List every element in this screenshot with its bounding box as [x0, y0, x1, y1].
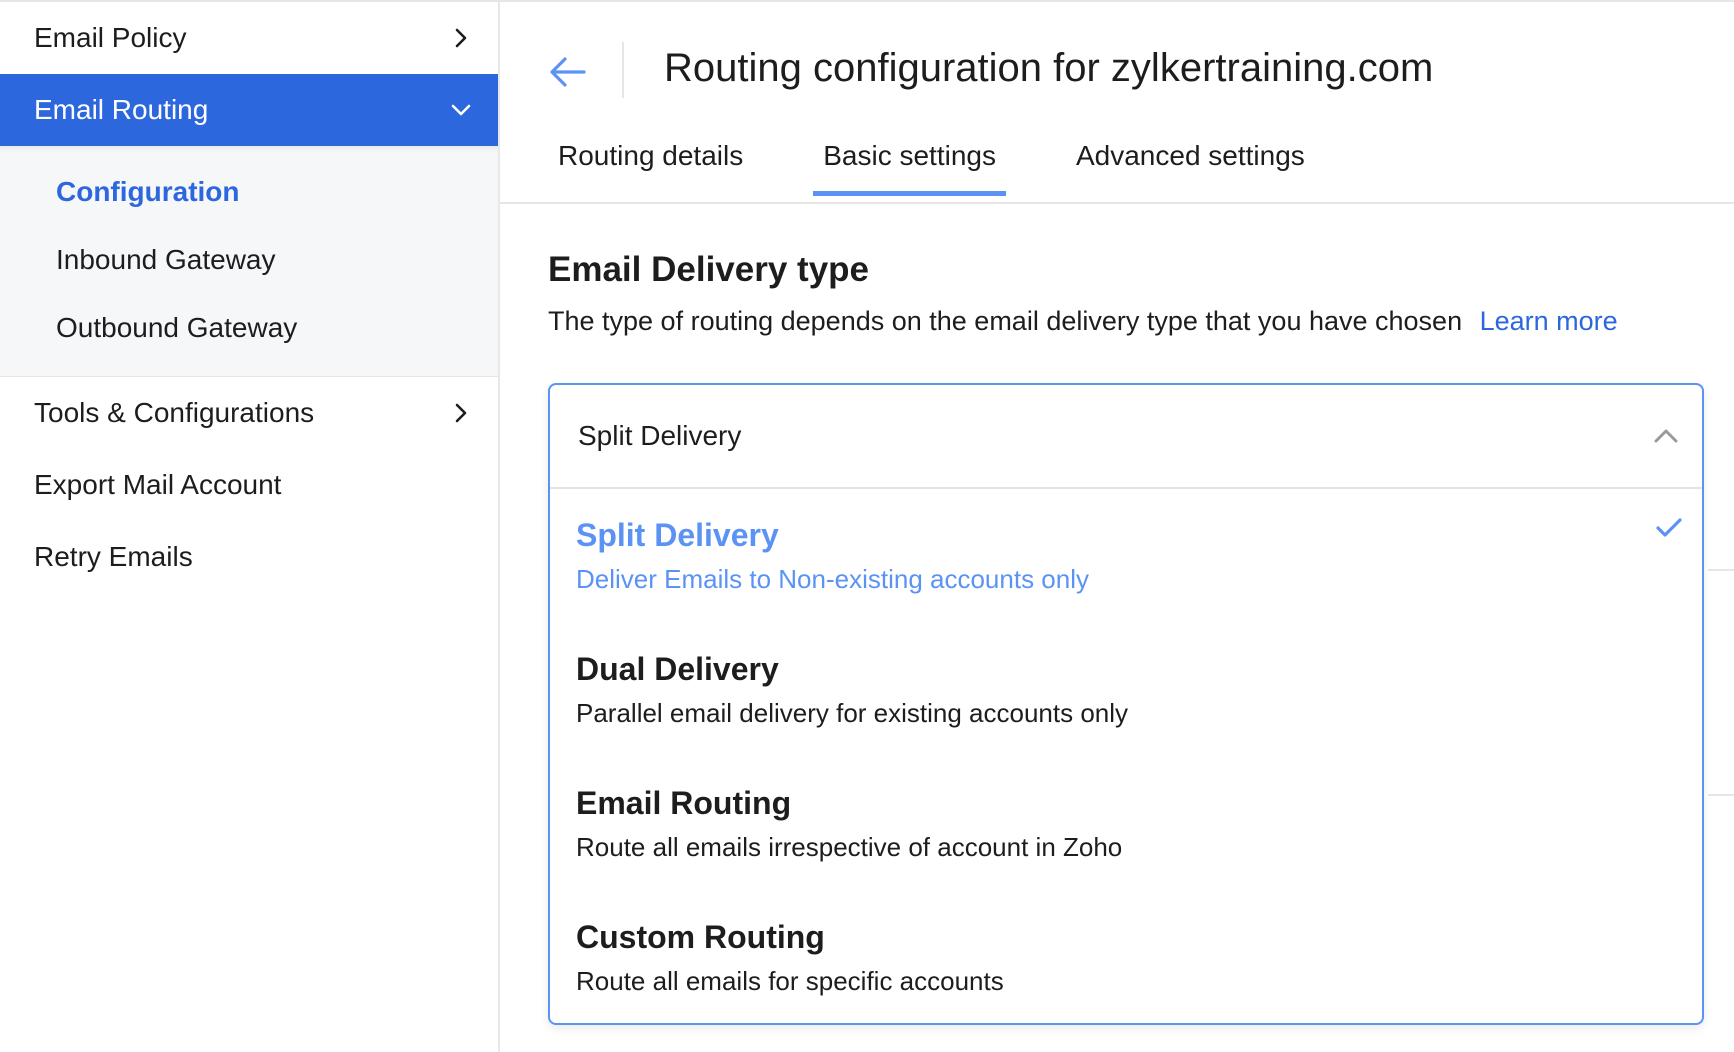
sidebar-item-label: Email Routing [34, 94, 209, 125]
sidebar-item-tools-configurations[interactable]: Tools & Configurations [0, 377, 498, 449]
tab-advanced-settings[interactable]: Advanced settings [1076, 132, 1305, 194]
section-description: The type of routing depends on the email… [548, 306, 1618, 337]
option-description: Route all emails for specific accounts [576, 966, 1004, 996]
learn-more-link[interactable]: Learn more [1480, 306, 1618, 336]
dropdown-selected[interactable]: Split Delivery [550, 385, 1702, 489]
option-dual-delivery[interactable]: Dual Delivery Parallel email delivery fo… [550, 623, 1702, 757]
option-description: Parallel email delivery for existing acc… [576, 698, 1129, 728]
section-title: Email Delivery type [548, 250, 869, 289]
back-button[interactable] [546, 50, 590, 94]
option-split-delivery[interactable]: Split Delivery Deliver Emails to Non-exi… [550, 489, 1702, 623]
background-divider [1708, 569, 1734, 571]
tab-routing-details[interactable]: Routing details [558, 132, 743, 194]
header-divider [622, 42, 624, 98]
page-title: Routing configuration for zylkertraining… [664, 46, 1434, 90]
delivery-type-dropdown[interactable]: Split Delivery Split Delivery Deliver Em… [548, 383, 1704, 1025]
main-content: Routing configuration for zylkertraining… [500, 2, 1734, 1052]
page-header: Routing configuration for zylkertraining… [500, 2, 1734, 204]
chevron-right-icon [450, 402, 472, 424]
option-description: Deliver Emails to Non-existing accounts … [576, 564, 1089, 594]
sidebar-item-label: Retry Emails [34, 541, 193, 572]
sidebar-item-label: Export Mail Account [34, 469, 282, 500]
sidebar-item-label: Tools & Configurations [34, 397, 315, 428]
arrow-left-icon [550, 57, 586, 87]
sidebar-subitem-inbound-gateway[interactable]: Inbound Gateway [0, 226, 498, 294]
option-custom-routing[interactable]: Custom Routing Route all emails for spec… [550, 891, 1702, 1023]
background-divider [1708, 794, 1734, 796]
section-description-text: The type of routing depends on the email… [548, 306, 1463, 336]
chevron-down-icon [450, 99, 472, 121]
email-routing-submenu: Configuration Inbound Gateway Outbound G… [0, 146, 498, 377]
option-title: Email Routing [576, 785, 792, 821]
sidebar-subitem-configuration[interactable]: Configuration [0, 158, 498, 226]
sidebar-item-email-policy[interactable]: Email Policy [0, 2, 498, 74]
sidebar-subitem-outbound-gateway[interactable]: Outbound Gateway [0, 294, 498, 362]
dropdown-selected-value: Split Delivery [578, 420, 742, 451]
check-icon [1656, 518, 1682, 537]
option-description: Route all emails irrespective of account… [576, 832, 1123, 862]
sidebar: Email Policy Email Routing Configuration… [0, 2, 500, 1052]
chevron-right-icon [450, 27, 472, 49]
tab-bar: Routing details Basic settings Advanced … [558, 132, 1385, 196]
option-title: Dual Delivery [576, 651, 779, 687]
chevron-up-icon[interactable] [1652, 427, 1680, 445]
sidebar-item-retry-emails[interactable]: Retry Emails [0, 521, 498, 593]
option-title: Custom Routing [576, 919, 825, 955]
sidebar-item-email-routing[interactable]: Email Routing [0, 74, 498, 146]
option-email-routing[interactable]: Email Routing Route all emails irrespect… [550, 757, 1702, 891]
option-title: Split Delivery [576, 517, 779, 553]
tab-basic-settings[interactable]: Basic settings [813, 132, 1006, 196]
sidebar-item-label: Email Policy [34, 22, 187, 53]
sidebar-item-export-mail-account[interactable]: Export Mail Account [0, 449, 498, 521]
